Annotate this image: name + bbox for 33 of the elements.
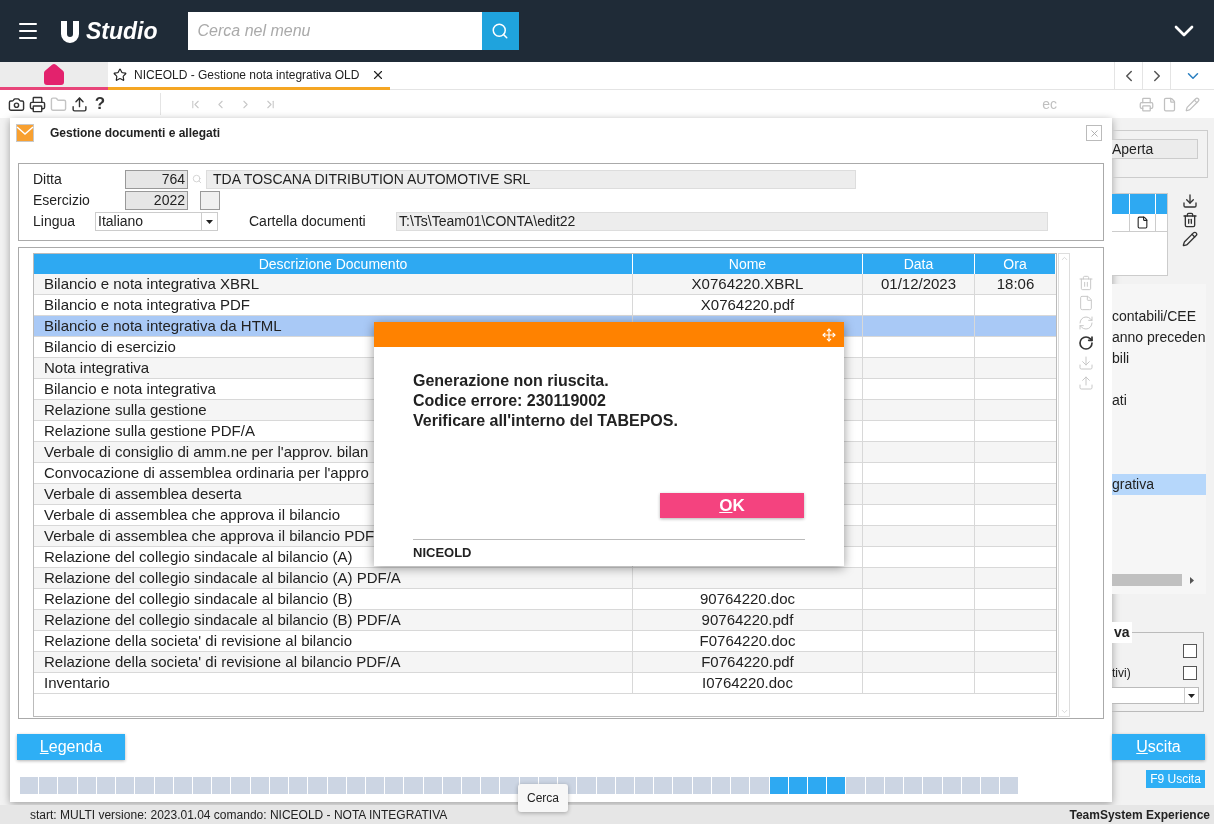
table-cell: Relazione del collegio sindacale al bilancio (B) PDF/A bbox=[34, 610, 633, 630]
folder-path-field: T:\Ts\Team01\CONTA\edit22 bbox=[396, 212, 1048, 231]
table-cell: Relazione del collegio sindacale al bilancio (B) bbox=[34, 589, 633, 609]
toolbar-label: ec bbox=[1042, 94, 1057, 114]
status-text: TeamSystem Experience bbox=[1069, 806, 1210, 824]
option-label: tivi) bbox=[1112, 665, 1131, 682]
status-field: Aperta bbox=[1112, 139, 1198, 159]
field-label: Cartella documenti bbox=[249, 212, 367, 231]
field-label: Ditta bbox=[33, 169, 63, 189]
field-label: Lingua bbox=[33, 212, 77, 231]
table-cell: Relazione della societa' di revisione al bilancio bbox=[34, 631, 633, 651]
status-text: start: MULTI versione: 2023.01.04 comando: NICEOLD - NOTA INTEGRATIVA bbox=[30, 806, 448, 824]
table-cell: Inventario bbox=[34, 673, 633, 693]
table-cell: I0764220.doc bbox=[633, 673, 863, 693]
company-name-field: TDA TOSCANA DITRIBUTION AUTOMOTIVE SRL bbox=[206, 169, 856, 189]
logo-text: Studio bbox=[86, 16, 158, 46]
table-cell: F0764220.pdf bbox=[633, 652, 863, 672]
table-cell: Relazione della societa' di revisione al bilancio PDF/A bbox=[34, 652, 633, 672]
table-cell: Bilancio e nota integrativa PDF bbox=[34, 295, 633, 315]
source-label: NICEOLD bbox=[413, 544, 473, 562]
table-cell: Relazione del collegio sindacale al bilancio (A) PDF/A bbox=[34, 568, 633, 588]
table-cell: Bilancio e nota integrativa XBRL bbox=[34, 274, 633, 294]
table-cell: X0764220.XBRL bbox=[633, 274, 863, 294]
table-cell: 90764220.doc bbox=[633, 589, 863, 609]
dialog-title: Gestione documenti e allegati bbox=[50, 125, 221, 142]
table-cell: 90764220.pdf bbox=[633, 610, 863, 630]
group-title: va bbox=[1112, 622, 1132, 643]
table-cell: 01/12/2023 bbox=[863, 274, 975, 294]
table-cell: F0764220.doc bbox=[633, 631, 863, 651]
table-cell-text: 18:06 bbox=[995, 274, 1036, 294]
table-cell: X0764220.pdf bbox=[633, 295, 863, 315]
tooltip: Cerca bbox=[518, 784, 568, 812]
field-label: Esercizio bbox=[33, 190, 91, 210]
